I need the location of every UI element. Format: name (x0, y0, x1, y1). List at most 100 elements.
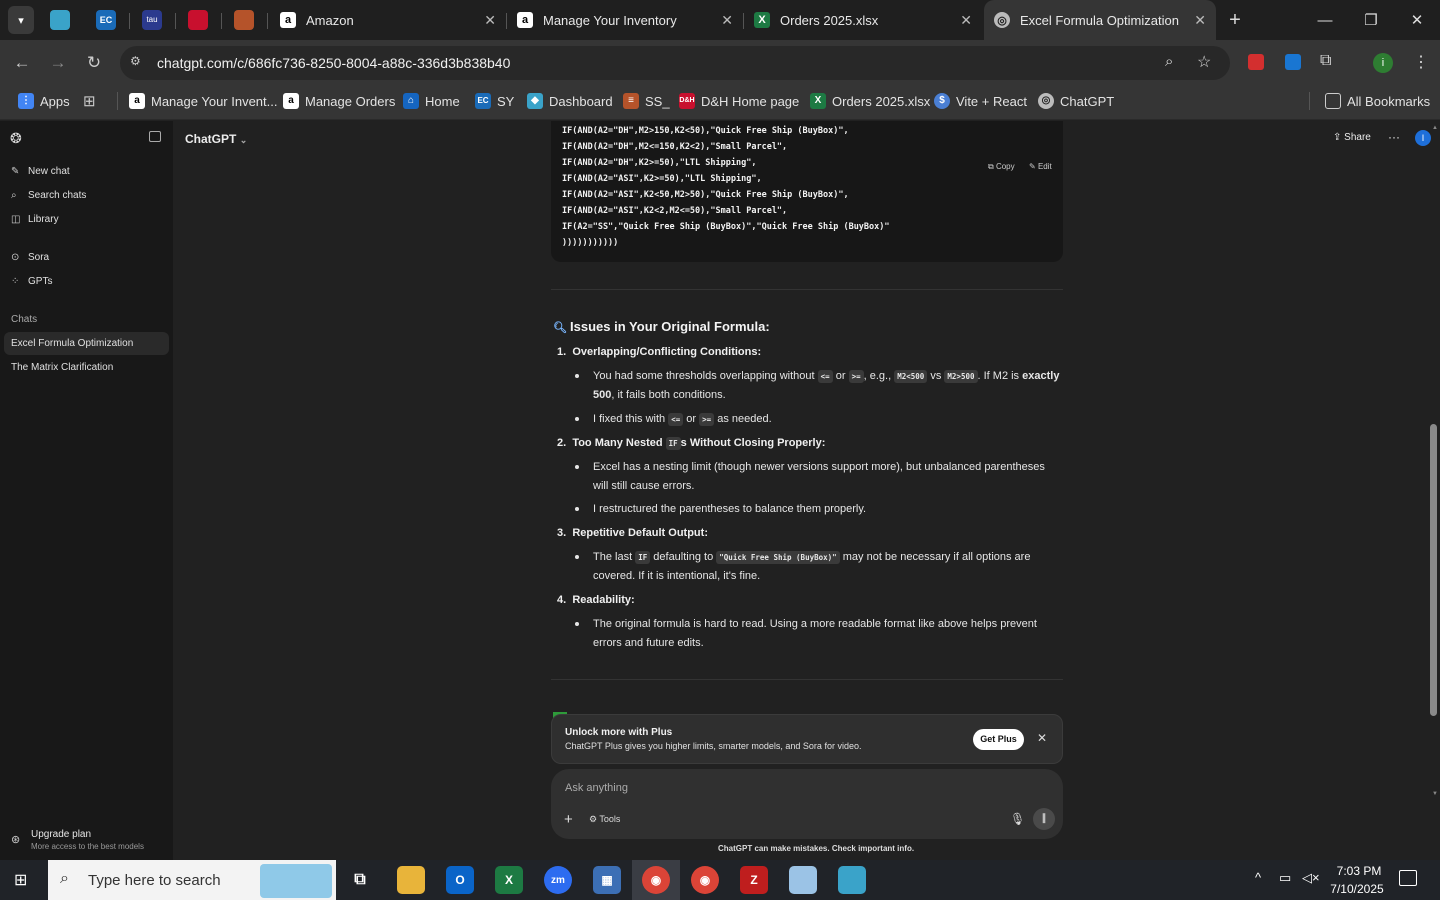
scroll-up-arrow-icon[interactable]: ▲ (1432, 125, 1438, 131)
chrome-icon-2[interactable]: ◉ (691, 866, 719, 894)
excel-taskbar-icon[interactable]: X (495, 866, 523, 894)
bookmark-vite-react[interactable]: $ Vite + React (934, 92, 1027, 110)
tab-orders-xlsx[interactable]: X Orders 2025.xlsx ✕ (744, 0, 982, 40)
item-title: Repetitive Default Output: (572, 527, 708, 539)
notifications-icon[interactable] (1399, 870, 1417, 886)
sidebar-item-gpts[interactable]: ⁘ GPTs (11, 276, 52, 287)
show-hidden-icons-icon[interactable]: ^ (1255, 870, 1261, 885)
close-icon[interactable]: ✕ (1194, 12, 1206, 29)
chat-item-excel-formula[interactable]: Excel Formula Optimization (11, 338, 133, 349)
chatgpt-icon: ◎ (1038, 93, 1054, 109)
reload-icon[interactable]: ↻ (83, 52, 105, 74)
extension-red-icon[interactable] (1248, 54, 1264, 70)
filezilla-icon[interactable]: Z (740, 866, 768, 894)
close-icon[interactable]: ✕ (960, 12, 972, 29)
pinned-tab-3[interactable]: tau (142, 10, 162, 30)
scrollbar-thumb[interactable] (1430, 424, 1437, 716)
clock-date[interactable]: 7/10/2025 (1325, 882, 1389, 896)
tab-groups-icon[interactable]: ⊞ (83, 92, 96, 110)
edit-code-button[interactable]: ✎ Edit (1029, 162, 1052, 171)
profile-avatar[interactable]: i (1373, 53, 1393, 73)
url-text[interactable]: chatgpt.com/c/686fc736-8250-8004-a88c-33… (157, 55, 510, 71)
extensions-puzzle-icon[interactable]: ⧉ (1320, 52, 1331, 70)
zoom-app-icon[interactable]: zm (544, 866, 572, 894)
chrome-icon[interactable]: ◉ (642, 866, 670, 894)
bookmark-ss[interactable]: ≡ SS_ (623, 92, 670, 110)
bookmark-manage-inventory[interactable]: a Manage Your Invent... (129, 92, 277, 110)
sidebar-item-new-chat[interactable]: ✎ New chat (11, 166, 70, 177)
pinned-tab-ss[interactable] (234, 10, 254, 30)
volume-muted-icon[interactable]: ◁× (1302, 870, 1320, 886)
upgrade-plan-title[interactable]: Upgrade plan (31, 829, 91, 840)
tools-button[interactable]: ⚙ Tools (589, 814, 620, 825)
tab-amazon[interactable]: a Amazon ✕ (270, 0, 506, 40)
bookmark-manage-orders[interactable]: a Manage Orders (283, 92, 395, 110)
chat-item-matrix[interactable]: The Matrix Clarification (11, 362, 113, 373)
network-icon[interactable]: ▭ (1279, 870, 1291, 886)
get-plus-button[interactable]: Get Plus (973, 729, 1024, 750)
forward-arrow-icon[interactable]: → (47, 52, 69, 74)
ec-icon: EC (475, 93, 491, 109)
back-arrow-icon[interactable]: ← (11, 52, 33, 74)
prompt-input[interactable]: Ask anything (565, 782, 628, 794)
taskbar-search-box[interactable]: ⌕ Type here to search (48, 860, 336, 900)
bookmark-home[interactable]: ⌂ Home (403, 92, 460, 110)
sidebar-item-label: Library (28, 214, 59, 225)
close-window-button[interactable]: ✕ (1394, 0, 1440, 40)
file-explorer-icon[interactable] (397, 866, 425, 894)
bookmark-sy[interactable]: EC SY (475, 92, 514, 110)
openai-logo-icon[interactable]: ❂ (10, 130, 22, 147)
apps-grid-icon: ⋮ (18, 93, 34, 109)
pinned-tab-dh[interactable] (188, 10, 208, 30)
close-banner-icon[interactable]: ✕ (1037, 731, 1047, 745)
bookmark-apps[interactable]: ⋮ Apps (18, 92, 70, 110)
bookmark-orders-xlsx[interactable]: X Orders 2025.xlsx (810, 92, 930, 110)
voice-mode-icon[interactable]: ∥ (1033, 808, 1055, 830)
close-icon[interactable]: ✕ (721, 12, 733, 29)
sidebar (0, 121, 173, 860)
bookmark-star-icon[interactable]: ☆ (1197, 52, 1211, 72)
bookmark-dh-home[interactable]: D&H D&H Home page (679, 92, 799, 110)
minimize-button[interactable]: — (1302, 0, 1348, 40)
model-selector[interactable]: ChatGPT ⌄ (185, 132, 247, 146)
sidebar-item-sora[interactable]: ⊙ Sora (11, 252, 49, 263)
tab-excel-formula-optimization[interactable]: ◎ Excel Formula Optimization ✕ (984, 0, 1216, 40)
browser-menu-icon[interactable]: ⋮ (1413, 52, 1429, 72)
bookmark-dashboard[interactable]: ◆ Dashboard (527, 92, 613, 110)
app-icon[interactable] (789, 866, 817, 894)
app-icon-2[interactable] (838, 866, 866, 894)
windows-start-icon[interactable]: ⊞ (14, 871, 34, 891)
restore-button[interactable]: ❐ (1348, 0, 1394, 40)
pinned-tab-ec[interactable]: EC (96, 10, 116, 30)
calculator-icon[interactable]: ▦ (593, 866, 621, 894)
amazon-icon: a (129, 93, 145, 109)
close-icon[interactable]: ✕ (484, 12, 496, 29)
sidebar-item-search-chats[interactable]: ⌕ Search chats (11, 190, 86, 201)
scroll-down-arrow-icon[interactable]: ▼ (1432, 791, 1438, 797)
more-options-icon[interactable]: ··· (1388, 130, 1400, 144)
scrollbar[interactable]: ▲ ▼ (1428, 121, 1440, 801)
sidebar-item-library[interactable]: ◫ Library (11, 214, 59, 225)
add-attachment-icon[interactable]: + (564, 811, 573, 828)
close-sidebar-icon[interactable] (149, 131, 161, 142)
copy-code-button[interactable]: ⧉ Copy (988, 162, 1015, 172)
zoom-icon[interactable]: ⌕ (1165, 53, 1173, 70)
outlook-icon[interactable]: O (446, 866, 474, 894)
tab-manage-inventory[interactable]: a Manage Your Inventory ✕ (507, 0, 743, 40)
bookmark-chatgpt[interactable]: ◎ ChatGPT (1038, 92, 1114, 110)
pinned-tab-1[interactable] (50, 10, 70, 30)
sora-icon: ⊙ (11, 252, 20, 263)
vite-icon: $ (934, 93, 950, 109)
library-icon: ◫ (11, 214, 21, 225)
sidebar-item-label: Search chats (28, 190, 87, 201)
tab-search-dropdown[interactable]: ▾ (8, 6, 34, 34)
all-bookmarks[interactable]: All Bookmarks (1325, 92, 1430, 110)
microphone-icon[interactable]: 🎙︎ (1010, 812, 1025, 826)
site-info-icon[interactable]: ⚙ (130, 54, 146, 70)
clock-time[interactable]: 7:03 PM (1331, 864, 1387, 878)
new-tab-button[interactable]: + (1212, 0, 1258, 40)
sidebar-item-label: Sora (28, 252, 50, 263)
task-view-icon[interactable]: ⧉ (346, 866, 374, 894)
share-button[interactable]: ⇪ Share (1333, 132, 1371, 143)
extension-blue-icon[interactable] (1285, 54, 1301, 70)
